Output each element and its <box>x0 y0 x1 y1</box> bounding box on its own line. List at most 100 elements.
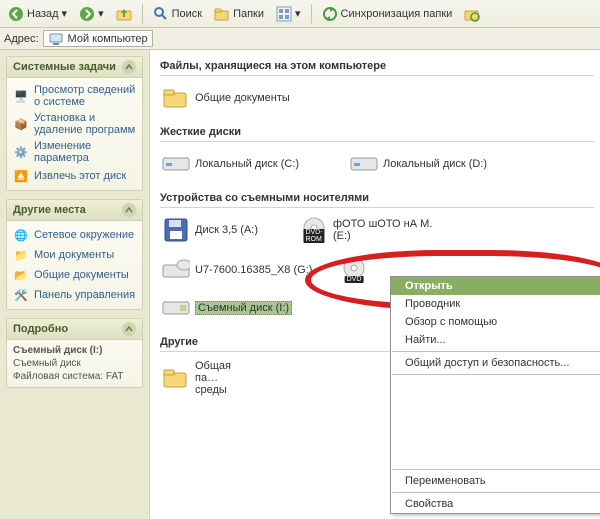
dvd-icon: DVD-ROM <box>300 216 328 244</box>
chevron-up-icon <box>122 203 136 217</box>
computer-icon <box>48 31 64 47</box>
group-removable: Устройства со съемными носителями <box>160 192 594 208</box>
panel-header[interactable]: Другие места <box>7 200 142 221</box>
panel-system-tasks: Системные задачи 🖥️Просмотр сведений о с… <box>6 56 143 191</box>
item-shared-docs[interactable]: Общие документы <box>162 84 332 112</box>
address-label: Адрес: <box>4 33 39 45</box>
dropdown-icon: ▾ <box>62 7 68 20</box>
chevron-up-icon <box>122 322 136 336</box>
forward-icon <box>79 6 95 22</box>
selected-item-label: Съемный диск (I:) <box>195 301 292 315</box>
item-removable-i[interactable]: Съемный диск (I:) <box>162 294 332 322</box>
context-menu: Открыть Проводник Обзор с помощью Найти.… <box>390 276 600 514</box>
content-pane: Файлы, хранящиеся на этом компьютере Общ… <box>150 50 600 519</box>
folder-icon <box>162 364 190 392</box>
removable-drive-icon <box>162 294 190 322</box>
sync-label: Синхронизация папки <box>341 8 453 20</box>
task-change-setting[interactable]: ⚙️Изменение параметра <box>13 138 136 166</box>
sync-button[interactable]: Синхронизация папки <box>318 4 457 24</box>
floppy-icon <box>162 216 190 244</box>
settings-icon: ⚙️ <box>13 144 29 160</box>
control-panel-icon: 🛠️ <box>13 287 29 303</box>
programs-icon: 📦 <box>13 116 29 132</box>
panel-title: Системные задачи <box>13 61 116 73</box>
menu-blank <box>391 377 600 467</box>
drive-icon <box>162 256 190 284</box>
shared-icon: 📂 <box>13 267 29 283</box>
item-floppy[interactable]: Диск 3,5 (A:) <box>162 216 282 244</box>
mydocs-icon: 📁 <box>13 247 29 263</box>
hdd-icon <box>162 150 190 178</box>
place-control[interactable]: 🛠️Панель управления <box>13 285 136 305</box>
dvd-icon: DVD <box>340 256 368 284</box>
menu-explorer[interactable]: Проводник <box>391 295 600 313</box>
panel-other-places: Другие места 🌐Сетевое окружение 📁Мои док… <box>6 199 143 310</box>
place-network[interactable]: 🌐Сетевое окружение <box>13 225 136 245</box>
back-button[interactable]: Назад ▾ <box>4 4 71 24</box>
group-hdd: Жесткие диски <box>160 126 594 142</box>
address-field[interactable]: Мой компьютер <box>43 30 153 47</box>
menu-find[interactable]: Найти... <box>391 331 600 349</box>
place-mydocs[interactable]: 📁Мои документы <box>13 245 136 265</box>
sync-folder-icon <box>464 6 480 22</box>
search-icon <box>153 6 169 22</box>
task-eject[interactable]: ⏏️Извлечь этот диск <box>13 166 136 186</box>
panel-title: Другие места <box>13 204 86 216</box>
views-icon <box>276 6 292 22</box>
dropdown-icon: ▾ <box>295 7 301 20</box>
item-dvd-e[interactable]: DVD-ROM фОТО шОТО нА М. (E:) <box>300 216 450 244</box>
menu-open[interactable]: Открыть <box>391 277 600 295</box>
details-name: Съемный диск (I:) <box>13 344 136 357</box>
task-add-remove[interactable]: 📦Установка и удаление программ <box>13 110 136 138</box>
menu-properties[interactable]: Свойства <box>391 495 600 513</box>
folders-button[interactable]: Папки <box>210 4 268 24</box>
menu-separator <box>392 374 600 375</box>
sync-extra-button[interactable] <box>460 4 484 24</box>
menu-separator <box>392 469 600 470</box>
search-button[interactable]: Поиск <box>149 4 206 24</box>
address-bar: Адрес: Мой компьютер <box>0 28 600 50</box>
menu-rename[interactable]: Переименовать <box>391 472 600 490</box>
up-button[interactable] <box>112 4 136 24</box>
toolbar: Назад ▾ ▾ Поиск Папки ▾ Синхронизация па… <box>0 0 600 28</box>
info-icon: 🖥️ <box>13 88 29 104</box>
main-area: Системные задачи 🖥️Просмотр сведений о с… <box>0 50 600 519</box>
item-hdd-c[interactable]: Локальный диск (C:) <box>162 150 332 178</box>
back-icon <box>8 6 24 22</box>
item-other-env[interactable]: Общая па… среды <box>162 360 242 396</box>
task-system-info[interactable]: 🖥️Просмотр сведений о системе <box>13 82 136 110</box>
network-icon: 🌐 <box>13 227 29 243</box>
forward-button[interactable]: ▾ <box>75 4 108 24</box>
group-files: Файлы, хранящиеся на этом компьютере <box>160 60 594 76</box>
separator <box>142 4 143 24</box>
place-shared[interactable]: 📂Общие документы <box>13 265 136 285</box>
panel-title: Подробно <box>13 323 68 335</box>
panel-header[interactable]: Системные задачи <box>7 57 142 78</box>
views-button[interactable]: ▾ <box>272 4 305 24</box>
item-dvd-extra[interactable]: DVD <box>340 256 370 284</box>
folders-icon <box>214 6 230 22</box>
menu-share[interactable]: Общий доступ и безопасность... <box>391 354 600 372</box>
dropdown-icon: ▾ <box>98 7 104 20</box>
eject-icon: ⏏️ <box>13 168 29 184</box>
menu-overview[interactable]: Обзор с помощью <box>391 313 600 331</box>
address-value: Мой компьютер <box>68 33 148 45</box>
chevron-up-icon <box>122 60 136 74</box>
search-label: Поиск <box>172 8 202 20</box>
details-type: Съемный диск <box>13 357 136 370</box>
item-hdd-d[interactable]: Локальный диск (D:) <box>350 150 520 178</box>
hdd-icon <box>350 150 378 178</box>
details-fs: Файловая система: FAT <box>13 370 136 383</box>
separator <box>311 4 312 24</box>
sidebar: Системные задачи 🖥️Просмотр сведений о с… <box>0 50 150 519</box>
panel-details: Подробно Съемный диск (I:) Съемный диск … <box>6 318 143 388</box>
folders-label: Папки <box>233 8 264 20</box>
menu-separator <box>392 351 600 352</box>
folder-shared-icon <box>162 84 190 112</box>
back-label: Назад <box>27 8 59 20</box>
menu-separator <box>392 492 600 493</box>
panel-header[interactable]: Подробно <box>7 319 142 340</box>
sync-icon <box>322 6 338 22</box>
item-dvd-g[interactable]: U7-7600.16385_X8 (G:) <box>162 256 322 284</box>
folder-up-icon <box>116 6 132 22</box>
